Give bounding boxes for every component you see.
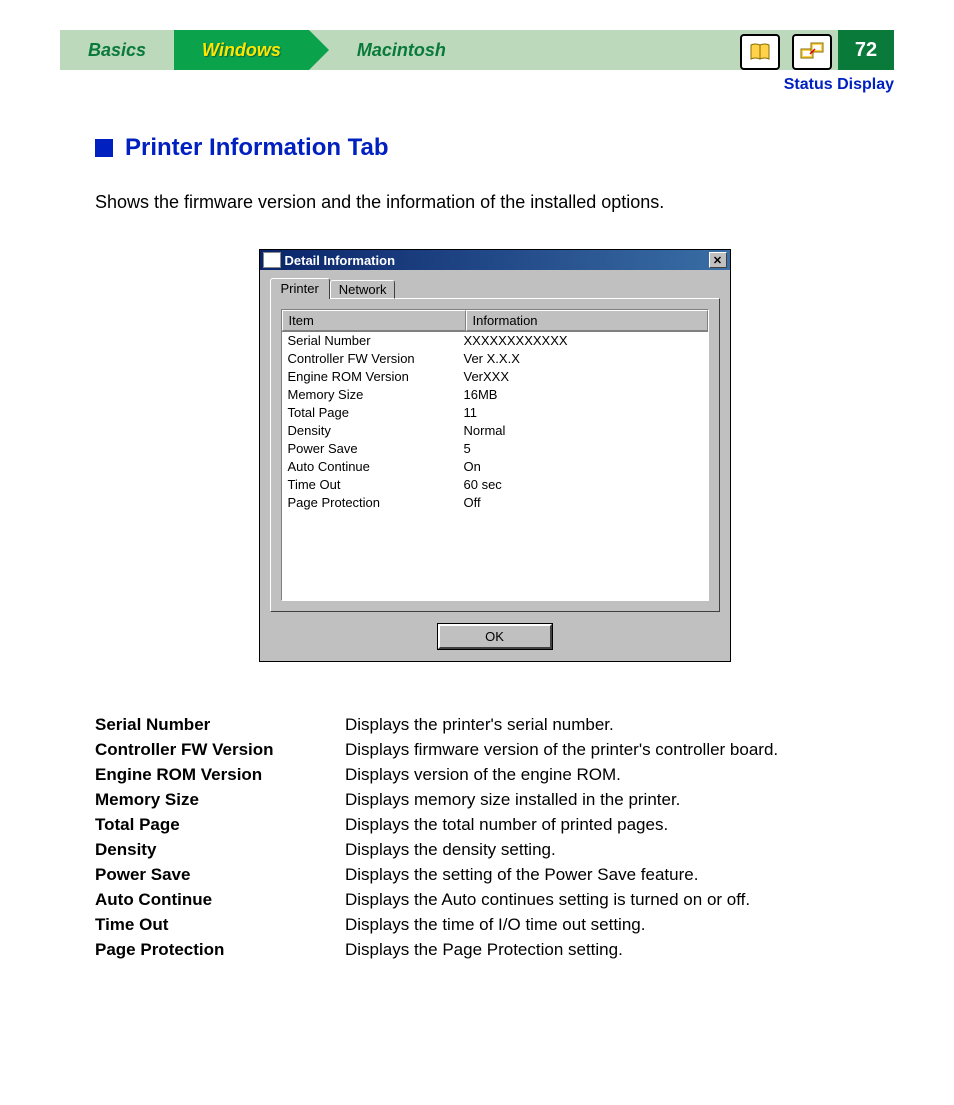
table-row[interactable]: DensityNormal — [282, 422, 708, 440]
column-header-item[interactable]: Item — [282, 310, 466, 331]
definition-desc: Displays memory size installed in the pr… — [345, 787, 680, 812]
definition-term: Controller FW Version — [95, 737, 345, 762]
cell-item: Engine ROM Version — [288, 368, 464, 386]
definition-desc: Displays the Page Protection setting. — [345, 937, 623, 962]
table-row[interactable]: Power Save5 — [282, 440, 708, 458]
book-icon[interactable] — [740, 34, 780, 70]
dialog-tab-printer[interactable]: Printer — [270, 278, 330, 299]
cell-info: Off — [464, 494, 481, 512]
definition-row: Total PageDisplays the total number of p… — [95, 812, 894, 837]
cell-info: 11 — [464, 404, 478, 422]
definition-row: Serial NumberDisplays the printer's seri… — [95, 712, 894, 737]
detail-info-dialog: Detail Information ✕ Printer Network Ite… — [259, 249, 731, 662]
tab-macintosh[interactable]: Macintosh — [309, 30, 474, 70]
table-row[interactable]: Page ProtectionOff — [282, 494, 708, 512]
definition-row: DensityDisplays the density setting. — [95, 837, 894, 862]
ok-button[interactable]: OK — [438, 624, 552, 649]
table-row[interactable]: Total Page11 — [282, 404, 708, 422]
dialog-title: Detail Information — [285, 253, 396, 268]
cell-info: Normal — [464, 422, 506, 440]
definition-term: Auto Continue — [95, 887, 345, 912]
definition-list: Serial NumberDisplays the printer's seri… — [95, 712, 894, 962]
definition-desc: Displays version of the engine ROM. — [345, 762, 621, 787]
dialog-titlebar: Detail Information ✕ — [260, 250, 730, 270]
definition-desc: Displays the density setting. — [345, 837, 556, 862]
definition-row: Power SaveDisplays the setting of the Po… — [95, 862, 894, 887]
table-row[interactable]: Engine ROM VersionVerXXX — [282, 368, 708, 386]
cell-item: Page Protection — [288, 494, 464, 512]
definition-row: Controller FW VersionDisplays firmware v… — [95, 737, 894, 762]
tab-windows[interactable]: Windows — [174, 30, 309, 70]
cell-info: 5 — [464, 440, 471, 458]
top-nav: Basics Windows Macintosh 72 — [60, 30, 894, 70]
printer-icon — [263, 252, 281, 268]
dialog-tab-network[interactable]: Network — [330, 280, 396, 299]
definition-row: Engine ROM VersionDisplays version of th… — [95, 762, 894, 787]
breadcrumb: Status Display — [0, 76, 894, 94]
cell-info: 16MB — [464, 386, 498, 404]
cell-info: XXXXXXXXXXXX — [464, 332, 568, 350]
cell-item: Time Out — [288, 476, 464, 494]
definition-desc: Displays the setting of the Power Save f… — [345, 862, 698, 887]
definition-term: Power Save — [95, 862, 345, 887]
definition-desc: Displays the Auto continues setting is t… — [345, 887, 750, 912]
section-title: Printer Information Tab — [125, 134, 389, 162]
definition-row: Memory SizeDisplays memory size installe… — [95, 787, 894, 812]
cell-item: Density — [288, 422, 464, 440]
definition-desc: Displays the time of I/O time out settin… — [345, 912, 645, 937]
cell-item: Controller FW Version — [288, 350, 464, 368]
page-number: 72 — [838, 30, 894, 70]
table-row[interactable]: Controller FW VersionVer X.X.X — [282, 350, 708, 368]
definition-desc: Displays the printer's serial number. — [345, 712, 614, 737]
table-row[interactable]: Auto ContinueOn — [282, 458, 708, 476]
definition-term: Density — [95, 837, 345, 862]
tab-basics[interactable]: Basics — [60, 30, 174, 70]
definition-term: Engine ROM Version — [95, 762, 345, 787]
network-pc-icon[interactable] — [792, 34, 832, 70]
definition-row: Page ProtectionDisplays the Page Protect… — [95, 937, 894, 962]
close-button[interactable]: ✕ — [709, 252, 727, 268]
table-row[interactable]: Memory Size16MB — [282, 386, 708, 404]
definition-term: Total Page — [95, 812, 345, 837]
bullet-icon — [95, 139, 113, 157]
cell-item: Serial Number — [288, 332, 464, 350]
definition-term: Page Protection — [95, 937, 345, 962]
cell-info: Ver X.X.X — [464, 350, 520, 368]
definition-term: Memory Size — [95, 787, 345, 812]
table-row[interactable]: Time Out60 sec — [282, 476, 708, 494]
cell-item: Total Page — [288, 404, 464, 422]
definition-desc: Displays firmware version of the printer… — [345, 737, 778, 762]
definition-term: Serial Number — [95, 712, 345, 737]
cell-info: VerXXX — [464, 368, 510, 386]
cell-item: Auto Continue — [288, 458, 464, 476]
definition-term: Time Out — [95, 912, 345, 937]
definition-desc: Displays the total number of printed pag… — [345, 812, 668, 837]
definition-row: Auto ContinueDisplays the Auto continues… — [95, 887, 894, 912]
cell-item: Memory Size — [288, 386, 464, 404]
section-intro: Shows the firmware version and the infor… — [95, 192, 894, 213]
cell-info: 60 sec — [464, 476, 502, 494]
cell-info: On — [464, 458, 481, 476]
cell-item: Power Save — [288, 440, 464, 458]
table-row[interactable]: Serial NumberXXXXXXXXXXXX — [282, 332, 708, 350]
column-header-information[interactable]: Information — [466, 310, 708, 331]
info-listview: Item Information Serial NumberXXXXXXXXXX… — [281, 309, 709, 601]
definition-row: Time OutDisplays the time of I/O time ou… — [95, 912, 894, 937]
